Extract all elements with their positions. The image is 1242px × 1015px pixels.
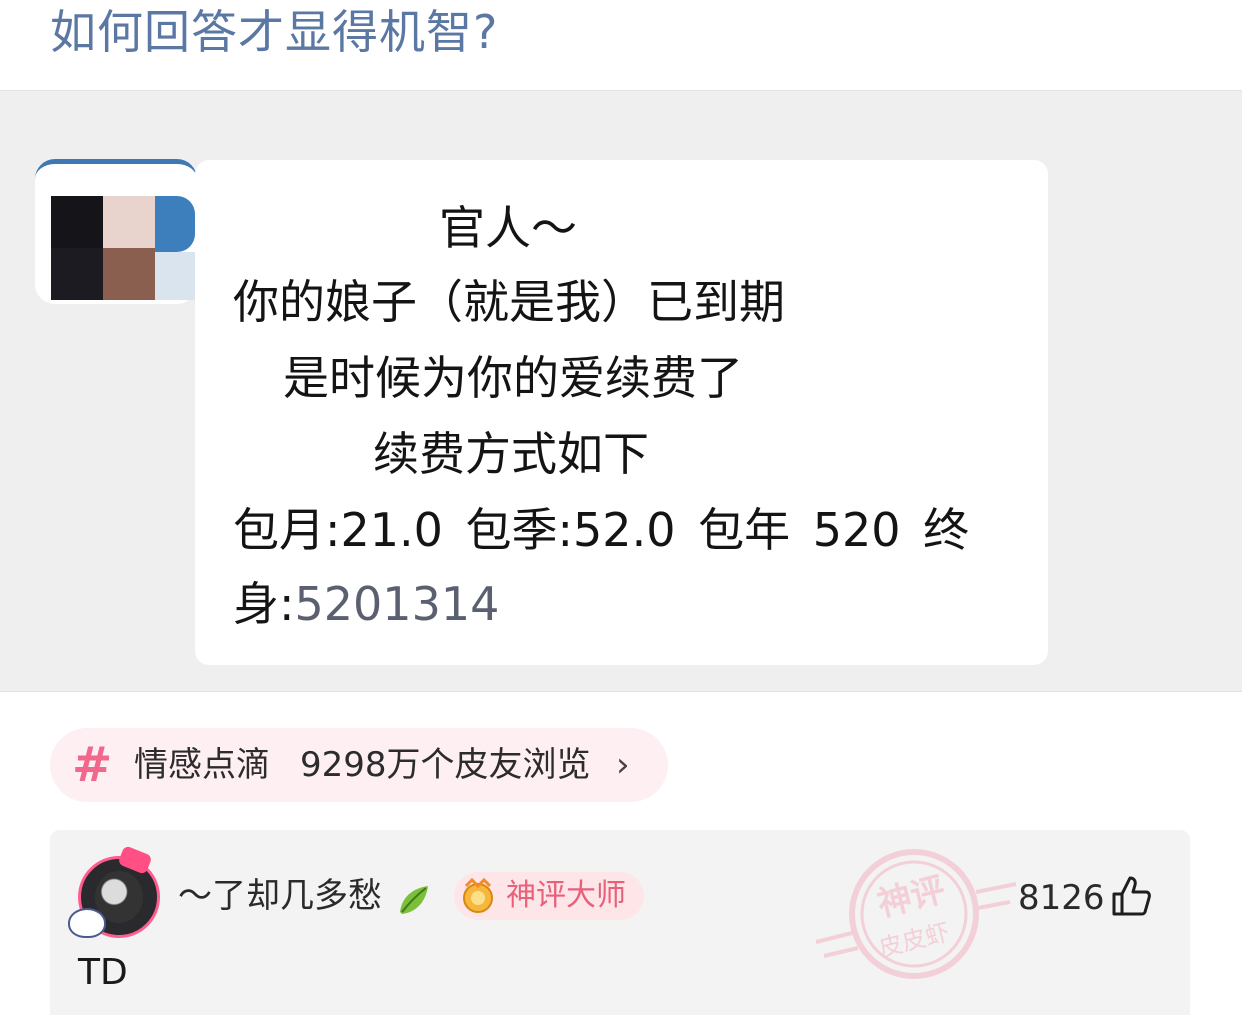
hash-icon: # bbox=[72, 737, 113, 793]
stamp-text-1: 神评 bbox=[874, 870, 950, 925]
message-line-prefix: 身: bbox=[233, 577, 295, 631]
message-line: 包月:21.0 包季:52.0 包年 520 终 bbox=[233, 503, 970, 557]
chat-avatar bbox=[35, 159, 197, 304]
badge-label: 神评大师 bbox=[506, 878, 626, 913]
topic-name: 情感点滴 bbox=[134, 745, 270, 785]
chevron-right-icon: › bbox=[616, 745, 630, 785]
topic-views: 9298万个皮友浏览 bbox=[300, 745, 591, 785]
thumbs-up-icon[interactable] bbox=[1110, 874, 1152, 918]
god-comment-card[interactable]: ～了却几多愁 神评大师 神评 皮皮虾 8126 TD bbox=[50, 830, 1190, 1015]
topic-pill[interactable]: # 情感点滴 9298万个皮友浏览 › bbox=[50, 728, 668, 802]
message-line: 身:5201314 bbox=[233, 574, 499, 634]
message-number: 5201314 bbox=[294, 577, 500, 631]
medal-icon bbox=[463, 877, 493, 913]
avatar-frame-mascot-icon bbox=[68, 908, 106, 938]
comment-text: TD bbox=[78, 952, 128, 993]
stamp-text-2: 皮皮虾 bbox=[876, 918, 953, 963]
chat-message-bubble: 官人～ 你的娘子（就是我）已到期 是时候为你的爱续费了 续费方式如下 包月:21… bbox=[195, 160, 1048, 665]
post-image[interactable]: 官人～ 你的娘子（就是我）已到期 是时候为你的爱续费了 续费方式如下 包月:21… bbox=[0, 90, 1242, 692]
message-line: 官人～ bbox=[439, 201, 577, 255]
like-count: 8126 bbox=[1018, 878, 1105, 918]
comment-username[interactable]: ～了却几多愁 bbox=[178, 872, 382, 920]
god-commenter-badge[interactable]: 神评大师 bbox=[454, 872, 644, 920]
post-title[interactable]: 如何回答才显得机智? bbox=[50, 2, 498, 62]
leaf-icon bbox=[400, 886, 428, 914]
message-line: 是时候为你的爱续费了 bbox=[283, 351, 743, 405]
god-comment-stamp-icon: 神评 皮皮虾 bbox=[815, 849, 1017, 979]
message-line: 续费方式如下 bbox=[373, 427, 649, 481]
message-line: 你的娘子（就是我）已到期 bbox=[233, 275, 785, 329]
